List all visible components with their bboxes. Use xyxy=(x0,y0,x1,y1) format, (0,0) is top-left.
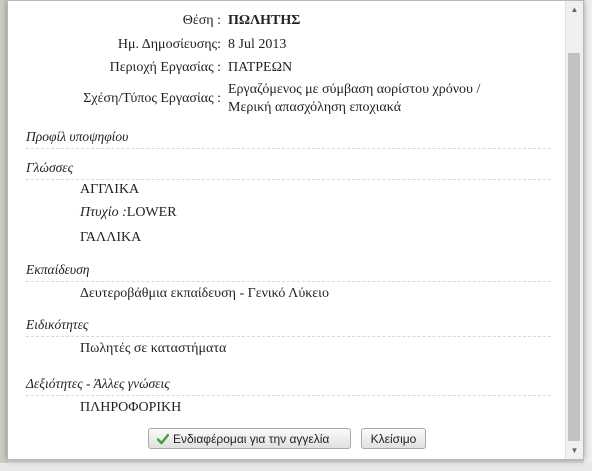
languages-heading: Γλώσσες xyxy=(26,160,551,180)
dialog-content: Θέση : ΠΩΛΗΤΗΣ Ημ. Δημοσίευσης: 8 Jul 20… xyxy=(8,1,564,459)
specialties-value: Πωλητές σε καταστήματα xyxy=(80,341,227,356)
employment-type-row: Σχέση/Τύπος Εργασίας : Εργαζόμενος με σύ… xyxy=(8,81,564,117)
scroll-down-arrow-icon[interactable]: ▼ xyxy=(566,442,583,459)
close-button[interactable]: Κλείσιμο xyxy=(361,428,426,449)
work-area-label: Περιοχή Εργασίας : xyxy=(109,60,221,75)
job-details-dialog: Θέση : ΠΩΛΗΤΗΣ Ημ. Δημοσίευσης: 8 Jul 20… xyxy=(7,0,584,460)
publish-date-value: 8 Jul 2013 xyxy=(228,37,287,52)
employment-type-value-line1: Εργαζόμενος με σύμβαση αορίστου χρόνου / xyxy=(228,82,481,97)
publish-date-label: Ημ. Δημοσίευσης: xyxy=(117,37,221,52)
close-button-label: Κλείσιμο xyxy=(370,432,417,446)
candidate-profile-heading: Προφίλ υποψηφίου xyxy=(26,129,551,149)
degree-value: LOWER xyxy=(126,205,177,220)
education-heading: Εκπαίδευση xyxy=(26,262,551,282)
specialties-heading: Ειδικότητες xyxy=(26,317,551,337)
employment-type-label: Σχέση/Τύπος Εργασίας : xyxy=(83,91,221,106)
vertical-scrollbar[interactable]: ▲ ▼ xyxy=(565,1,583,459)
skills-value: ΠΛΗΡΟΦΟΡΙΚΗ xyxy=(80,400,182,415)
work-area-value: ΠΑΤΡΕΩΝ xyxy=(228,60,293,75)
position-label: Θέση : xyxy=(182,13,221,28)
dialog-buttons: Ενδιαφέρομαι για την αγγελία Κλείσιμο xyxy=(8,426,564,452)
degree-label: Πτυχίο : xyxy=(80,205,127,220)
scroll-thumb[interactable] xyxy=(568,53,580,441)
checkmark-icon xyxy=(157,433,169,445)
background-bottom-edge xyxy=(0,463,592,471)
interested-button[interactable]: Ενδιαφέρομαι για την αγγελία xyxy=(148,428,351,449)
background-right-edge xyxy=(584,0,592,471)
position-value: ΠΩΛΗΤΗΣ xyxy=(228,13,301,28)
language-english: ΑΓΓΛΙΚΑ xyxy=(80,182,140,197)
degree-row: Πτυχίο :LOWER xyxy=(80,205,177,221)
interested-button-label: Ενδιαφέρομαι για την αγγελία xyxy=(173,432,330,446)
language-french: ΓΑΛΛΙΚΑ xyxy=(80,230,142,245)
scroll-up-arrow-icon[interactable]: ▲ xyxy=(566,1,583,18)
skills-heading: Δεξιότητες - Άλλες γνώσεις xyxy=(26,376,551,396)
education-value: Δευτεροβάθμια εκπαίδευση - Γενικό Λύκειο xyxy=(80,286,329,301)
employment-type-value-line2: Μερική απασχόληση εποχιακά xyxy=(228,100,402,115)
